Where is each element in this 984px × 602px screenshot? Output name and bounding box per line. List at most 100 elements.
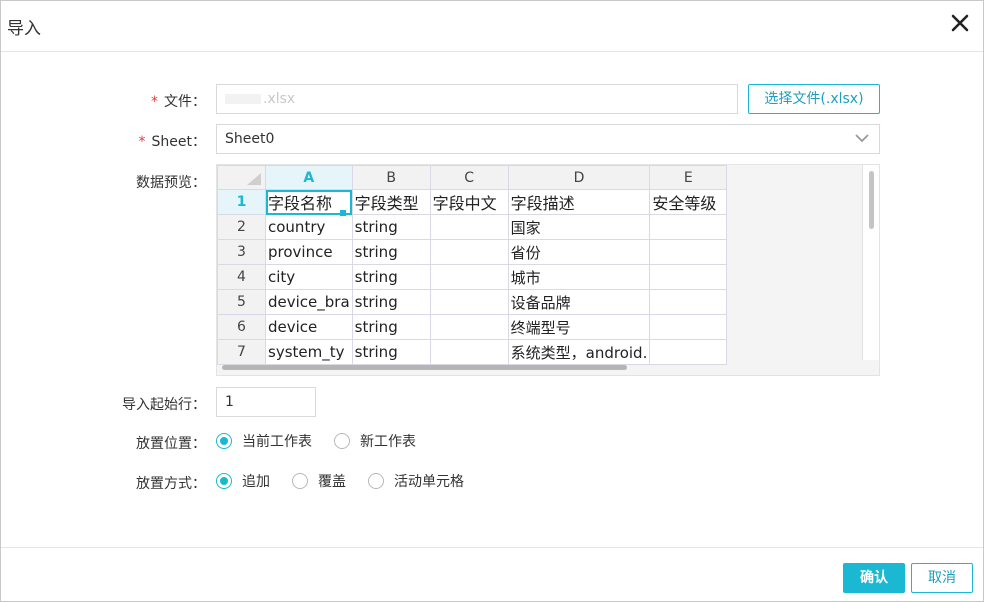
vertical-scrollbar[interactable] <box>869 171 874 229</box>
radio-label: 追加 <box>242 474 270 490</box>
grid-cell[interactable] <box>649 289 728 315</box>
grid-cell[interactable]: 城市 <box>507 264 651 290</box>
file-label-text: 文件： <box>164 94 206 110</box>
grid-cell[interactable] <box>649 214 728 240</box>
radio-unchecked-icon[interactable] <box>368 473 384 489</box>
grid-cell[interactable]: device <box>265 314 353 340</box>
column-header-b[interactable]: B <box>351 165 431 190</box>
vertical-scrollbar-track <box>862 165 879 360</box>
grid-cell[interactable]: city <box>265 264 353 290</box>
grid-cell[interactable] <box>429 289 509 315</box>
grid-cell[interactable]: province <box>265 239 353 265</box>
grid-cell[interactable]: 设备品牌 <box>507 289 651 315</box>
grid-cell[interactable] <box>429 314 509 340</box>
required-mark: * <box>151 94 158 110</box>
column-header-c[interactable]: C <box>429 165 509 190</box>
dialog-header: 导入 <box>1 1 983 52</box>
grid-cell[interactable]: 终端型号 <box>507 314 651 340</box>
table-row: 4 city string 城市 <box>217 264 728 290</box>
file-name-field[interactable]: .xlsx <box>216 84 738 114</box>
radio-label: 活动单元格 <box>394 474 464 490</box>
sheet-select[interactable]: Sheet0 <box>216 124 880 154</box>
row-header[interactable]: 7 <box>217 339 266 365</box>
row-header[interactable]: 2 <box>217 214 266 240</box>
sheet-label-text: Sheet： <box>151 134 206 150</box>
grid-cell[interactable]: country <box>265 214 353 240</box>
horizontal-scrollbar[interactable] <box>222 365 627 370</box>
grid-cell[interactable] <box>429 264 509 290</box>
grid-cell[interactable]: string <box>351 339 431 365</box>
placement-option-1[interactable]: 新工作表 <box>334 431 416 451</box>
row-header[interactable]: 5 <box>217 289 266 315</box>
method-option-1[interactable]: 覆盖 <box>292 471 346 491</box>
grid-cell[interactable] <box>429 239 509 265</box>
row-header[interactable]: 4 <box>217 264 266 290</box>
grid-cell[interactable] <box>649 314 728 340</box>
method-radio-group: 追加 覆盖 活动单元格 <box>216 471 486 491</box>
grid-cell[interactable]: 字段描述 <box>507 189 651 215</box>
file-name-value: .xlsx <box>263 91 296 107</box>
grid-cell[interactable]: 国家 <box>507 214 651 240</box>
cancel-button[interactable]: 取消 <box>911 563 973 593</box>
radio-checked-icon[interactable] <box>216 473 232 489</box>
grid-cell[interactable] <box>429 339 509 365</box>
row-header[interactable]: 6 <box>217 314 266 340</box>
sheet-label: * Sheet： <box>1 131 206 151</box>
placement-radio-group: 当前工作表 新工作表 <box>216 431 438 451</box>
column-header-a[interactable]: A <box>265 165 353 190</box>
radio-label: 当前工作表 <box>242 434 312 450</box>
method-option-0[interactable]: 追加 <box>216 471 270 491</box>
table-row: 6 device string 终端型号 <box>217 314 728 340</box>
column-header-e[interactable]: E <box>649 165 728 190</box>
grid-cell[interactable]: 安全等级 <box>649 189 728 215</box>
row-header[interactable]: 3 <box>217 239 266 265</box>
start-row-label: 导入起始行： <box>122 397 206 413</box>
radio-unchecked-icon[interactable] <box>334 433 350 449</box>
row-header[interactable]: 1 <box>217 189 266 215</box>
grid-corner[interactable] <box>217 165 266 190</box>
method-option-2[interactable]: 活动单元格 <box>368 471 464 491</box>
grid-cell[interactable]: string <box>351 239 431 265</box>
selection-handle[interactable] <box>340 210 346 216</box>
grid-cell[interactable]: device_bra <box>265 289 353 315</box>
table-row: 1 字段名称 字段类型 字段中文 字段描述 安全等级 <box>217 189 728 215</box>
grid-cell[interactable]: string <box>351 264 431 290</box>
confirm-button[interactable]: 确认 <box>843 563 905 593</box>
grid-cell[interactable]: string <box>351 289 431 315</box>
column-header-d[interactable]: D <box>507 165 651 190</box>
placement-option-0[interactable]: 当前工作表 <box>216 431 312 451</box>
required-mark: * <box>138 134 146 150</box>
preview-table: A B C D E 1 字段名称 字段类型 字段中文 字段描述 安全等级 2 country string… <box>217 165 728 365</box>
data-preview-grid[interactable]: A B C D E 1 字段名称 字段类型 字段中文 字段描述 安全等级 2 country string… <box>216 164 880 376</box>
sheet-selected-value: Sheet0 <box>225 131 275 147</box>
placement-label: 放置位置： <box>136 436 206 452</box>
radio-label: 新工作表 <box>360 434 416 450</box>
choose-file-button[interactable]: 选择文件(.xlsx) <box>748 84 880 114</box>
close-icon[interactable] <box>949 12 971 34</box>
import-dialog: 导入 * 文件： .xlsx 选择文件(.xlsx) * Sheet： Sheet0… <box>0 0 984 602</box>
grid-cell[interactable]: 系统类型，android. <box>507 339 651 365</box>
grid-cell[interactable]: 字段中文 <box>429 189 509 215</box>
grid-cell[interactable] <box>429 214 509 240</box>
table-row: 7 system_ty string 系统类型，android. <box>217 339 728 365</box>
start-row-input[interactable]: 1 <box>216 387 316 417</box>
preview-label: 数据预览： <box>136 175 206 191</box>
grid-cell[interactable] <box>649 339 728 365</box>
redacted-filename <box>225 94 261 104</box>
radio-label: 覆盖 <box>318 474 346 490</box>
table-row: 5 device_bra string 设备品牌 <box>217 289 728 315</box>
grid-cell[interactable] <box>649 239 728 265</box>
grid-cell[interactable]: string <box>351 314 431 340</box>
table-row: 3 province string 省份 <box>217 239 728 265</box>
grid-cell[interactable]: 字段类型 <box>351 189 431 215</box>
grid-cell[interactable]: 省份 <box>507 239 651 265</box>
radio-unchecked-icon[interactable] <box>292 473 308 489</box>
grid-cell[interactable] <box>649 264 728 290</box>
table-row: 2 country string 国家 <box>217 214 728 240</box>
footer-divider <box>1 547 983 548</box>
grid-cell[interactable]: system_ty <box>265 339 353 365</box>
radio-checked-icon[interactable] <box>216 433 232 449</box>
grid-cell[interactable]: string <box>351 214 431 240</box>
dialog-title: 导入 <box>7 19 41 39</box>
chevron-down-icon <box>855 134 869 143</box>
